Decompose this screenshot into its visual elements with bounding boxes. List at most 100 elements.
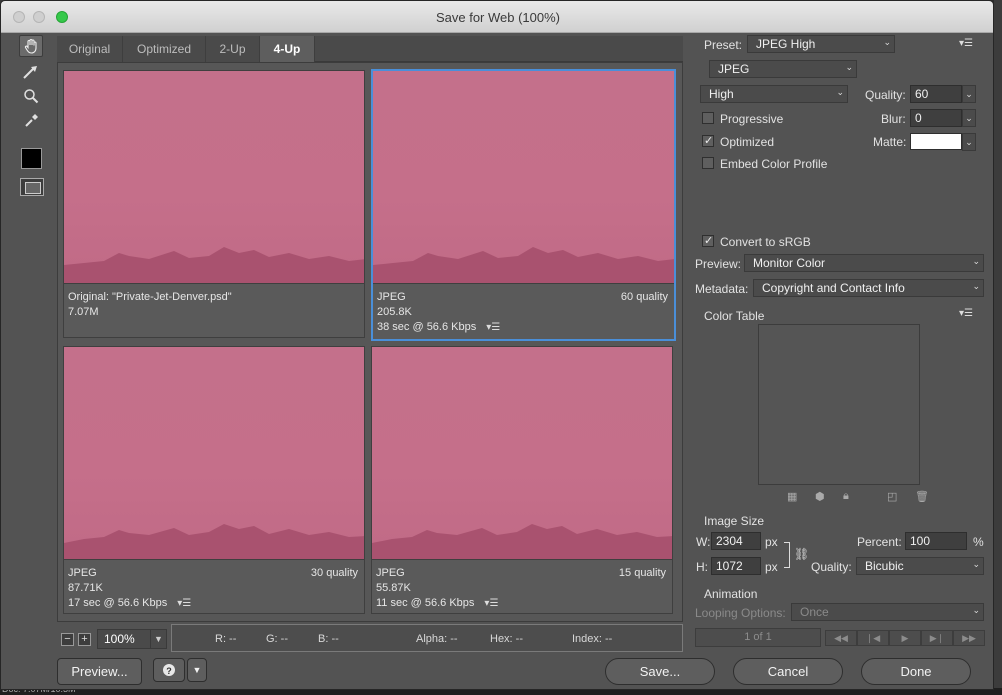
height-input[interactable]: 1072 <box>711 557 761 575</box>
zoom-in-button[interactable]: + <box>78 633 91 646</box>
blur-input[interactable]: 0 <box>910 109 962 127</box>
quality-chevron-icon[interactable]: ⌄ <box>962 85 976 103</box>
zoom-tool-icon[interactable] <box>19 85 43 107</box>
matte-color-swatch[interactable] <box>910 133 962 150</box>
preview-pane-original[interactable]: Original: "Private-Jet-Denver.psd" 7.07M <box>63 70 365 338</box>
pane-file-size: 55.87K <box>376 582 411 594</box>
done-button[interactable]: Done <box>861 658 971 685</box>
preview-image <box>372 347 672 559</box>
resample-quality-label: Quality: <box>811 560 852 574</box>
download-speed-menu-icon[interactable]: ▾☰ <box>177 598 191 609</box>
tab-original[interactable]: Original <box>57 36 123 62</box>
optimized-label: Optimized <box>720 135 775 149</box>
preview-pane-optimized-15[interactable]: JPEG 55.87K 11 sec @ 56.6 Kbps ▾☰ 15 qual… <box>371 346 673 614</box>
frame-counter: 1 of 1 <box>695 628 821 647</box>
quality-input[interactable]: 60 <box>910 85 962 103</box>
preview-image <box>64 71 364 283</box>
slice-select-tool-icon[interactable] <box>19 61 43 83</box>
color-table-title: Color Table <box>704 309 765 323</box>
constrain-bracket <box>784 542 790 568</box>
width-input[interactable]: 2304 <box>711 532 761 550</box>
color-table-menu-icon[interactable]: ▾☰ <box>959 308 973 319</box>
file-format-select[interactable]: JPEG ⌄ <box>709 60 857 78</box>
save-for-web-dialog: Save for Web (100%) Original Optimized 2… <box>0 0 994 690</box>
looping-options-select[interactable]: Once ⌄ <box>791 603 984 621</box>
percent-input[interactable]: 100 <box>905 532 967 550</box>
preview-in-browser-button[interactable]: Preview... <box>57 658 142 685</box>
metadata-select[interactable]: Copyright and Contact Info ⌄ <box>753 279 984 297</box>
embed-color-profile-label: Embed Color Profile <box>720 157 828 171</box>
toggle-slices-visibility-icon[interactable] <box>20 178 44 196</box>
convert-srgb-label: Convert to sRGB <box>720 235 811 249</box>
convert-srgb-checkbox[interactable] <box>702 234 714 247</box>
delete-color-icon[interactable]: 🗑︎ <box>915 490 929 503</box>
chevron-down-icon: ⌄ <box>972 281 980 291</box>
pane-quality: 15 quality <box>618 567 666 579</box>
previous-frame-icon[interactable]: ❘◀ <box>857 630 889 646</box>
help-menu-chevron-icon[interactable]: ▼ <box>187 658 207 682</box>
map-color-transparent-icon[interactable]: ▦ <box>787 490 797 503</box>
zoom-level-value: 100% <box>104 632 135 646</box>
eyedropper-tool-icon[interactable] <box>19 110 43 132</box>
chevron-down-icon: ⌄ <box>845 62 853 72</box>
preset-label: Preset: <box>704 38 743 52</box>
preset-select[interactable]: JPEG High ⌄ <box>747 35 895 53</box>
preview-pane-optimized-60[interactable]: JPEG 205.8K 38 sec @ 56.6 Kbps ▾☰ 60 qual… <box>371 69 676 341</box>
chevron-down-icon: ⌄ <box>972 256 980 266</box>
resample-quality-select[interactable]: Bicubic ⌄ <box>856 557 984 575</box>
zoom-level-select[interactable]: 100% ▼ <box>97 629 167 649</box>
svg-text:?: ? <box>166 666 172 676</box>
height-label: H: <box>696 560 708 574</box>
new-color-icon[interactable]: ◰ <box>887 490 897 503</box>
optimize-menu-icon[interactable]: ▾☰ <box>959 38 973 49</box>
save-button[interactable]: Save... <box>605 658 715 685</box>
pane-file-size: 205.8K <box>377 306 412 318</box>
tab-2-up[interactable]: 2-Up <box>206 36 260 62</box>
cancel-button[interactable]: Cancel <box>733 658 843 685</box>
blur-chevron-icon[interactable]: ⌄ <box>962 109 976 127</box>
download-speed-menu-icon[interactable]: ▾☰ <box>484 598 498 609</box>
preset-value: JPEG High <box>756 37 816 51</box>
matte-chevron-icon[interactable]: ⌄ <box>962 133 976 151</box>
web-shift-color-icon[interactable]: ⬢ <box>815 490 825 503</box>
preview-color-select[interactable]: Monitor Color ⌄ <box>744 254 984 272</box>
quality-label: Quality: <box>865 88 906 102</box>
metadata-label: Metadata: <box>695 282 749 296</box>
optimized-checkbox[interactable] <box>702 134 714 147</box>
hand-tool-icon[interactable] <box>19 35 43 57</box>
window-title: Save for Web (100%) <box>435 10 561 25</box>
progressive-checkbox[interactable] <box>702 112 714 124</box>
color-table[interactable] <box>758 324 920 485</box>
compression-quality-select[interactable]: High ⌄ <box>700 85 848 103</box>
percent-label: Percent: <box>857 535 902 549</box>
eyedropper-color-swatch[interactable] <box>21 148 42 169</box>
readout-index: Index: -- <box>572 633 613 645</box>
tab-4-up[interactable]: 4-Up <box>260 36 315 62</box>
constrain-proportions-link-icon[interactable]: ⛓ <box>794 547 809 561</box>
first-frame-icon[interactable]: ◀◀ <box>825 630 857 646</box>
pane-info: Original: "Private-Jet-Denver.psd" 7.07M <box>64 283 364 339</box>
download-speed-menu-icon[interactable]: ▾☰ <box>486 322 500 333</box>
embed-color-profile-checkbox[interactable] <box>702 157 714 169</box>
last-frame-icon[interactable]: ▶▶ <box>953 630 985 646</box>
lock-color-icon[interactable]: 🔒︎ <box>843 490 849 503</box>
pane-info: JPEG 55.87K 11 sec @ 56.6 Kbps ▾☰ 15 qual… <box>372 559 672 615</box>
preview-image <box>373 71 674 283</box>
matte-label: Matte: <box>873 135 907 149</box>
next-frame-icon[interactable]: ▶❘ <box>921 630 953 646</box>
readout-alpha: Alpha: -- <box>416 633 458 645</box>
help-icon[interactable]: ? <box>153 658 185 682</box>
tab-optimized[interactable]: Optimized <box>123 36 206 62</box>
preview-pane-optimized-30[interactable]: JPEG 87.71K 17 sec @ 56.6 Kbps ▾☰ 30 qual… <box>63 346 365 614</box>
looping-options-label: Looping Options: <box>695 606 786 620</box>
height-unit: px <box>765 560 778 574</box>
compression-quality-value: High <box>709 87 734 101</box>
zoom-out-button[interactable]: − <box>61 633 74 646</box>
readout-r: R: -- <box>215 633 237 645</box>
pane-download-time: 11 sec @ 56.6 Kbps <box>376 597 475 609</box>
chevron-down-icon: ▼ <box>150 630 166 648</box>
pane-info: JPEG 205.8K 38 sec @ 56.6 Kbps ▾☰ 60 qual… <box>373 283 674 339</box>
play-icon[interactable]: ▶ <box>889 630 921 646</box>
preview-image <box>64 347 364 559</box>
pane-quality: 60 quality <box>620 291 668 303</box>
